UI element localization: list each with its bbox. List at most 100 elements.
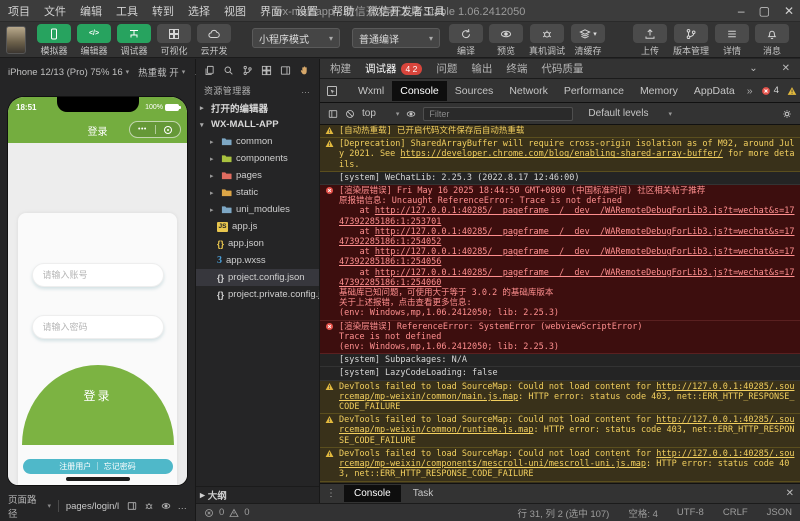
tab-调试器[interactable]: 调试器4 2	[365, 61, 422, 76]
toolbar-button-详情[interactable]: 详情	[715, 24, 749, 57]
toolbar-button-清缓存[interactable]: ▾清缓存	[571, 24, 605, 57]
warning-counter[interactable]: 2	[787, 85, 800, 96]
devtools-tab-network[interactable]: Network	[501, 81, 556, 101]
inspect-element-icon[interactable]	[326, 85, 338, 97]
search-icon[interactable]	[223, 65, 234, 76]
exit-icon[interactable]	[164, 126, 172, 134]
toolbar-button-预览[interactable]: 预览	[489, 24, 523, 57]
toolbar-button-消息[interactable]: 消息	[755, 24, 789, 57]
account-input[interactable]	[32, 263, 164, 287]
hand-icon[interactable]	[299, 65, 310, 76]
devtools-tab-performance[interactable]: Performance	[556, 81, 632, 101]
console-filter-input[interactable]	[423, 107, 573, 121]
live-expression-icon[interactable]	[406, 109, 416, 119]
login-button[interactable]: 登录	[22, 365, 174, 445]
more-icon[interactable]: •••	[138, 126, 147, 133]
drawer-tab-task[interactable]: Task	[403, 485, 444, 502]
register-forgot-links[interactable]: 注册用户 ｜ 忘记密码	[23, 459, 173, 474]
toolbar-button-真机调试[interactable]: 真机调试	[529, 24, 565, 57]
toolbar-button-上传[interactable]: 上传	[633, 24, 667, 57]
split-editor-icon[interactable]	[280, 65, 291, 76]
tabs-overflow-icon[interactable]: »	[747, 85, 753, 97]
warnings-count[interactable]: 0	[244, 507, 249, 518]
mode-select[interactable]: 小程序模式 ▾	[252, 28, 340, 48]
devtools-tab-memory[interactable]: Memory	[632, 81, 686, 101]
error-counter[interactable]: 4	[761, 85, 779, 96]
menu-item-文件[interactable]: 文件	[44, 3, 66, 19]
menu-item-视图[interactable]: 视图	[224, 3, 246, 19]
toolbar-button-调试器[interactable]: 调试器	[117, 24, 151, 57]
menu-item-项目[interactable]: 项目	[8, 3, 30, 19]
open-editors-section[interactable]: ▸ 打开的编辑器	[196, 99, 319, 116]
tab-构建[interactable]: 构建	[330, 61, 351, 76]
tree-item-uni_modules[interactable]: ▸uni_modules	[196, 201, 319, 218]
toolbar-button-可视化[interactable]: 可视化	[157, 24, 191, 57]
current-page-path[interactable]: pages/login/l…	[66, 501, 120, 512]
device-select[interactable]: iPhone 12/13 (Pro) 75% 16	[8, 67, 123, 78]
toolbar-button-版本管理[interactable]: 版本管理	[673, 24, 709, 57]
bottom-bar-more-button[interactable]: …	[178, 501, 188, 512]
extensions-icon[interactable]	[261, 65, 272, 76]
menu-item-帮助[interactable]: 帮助	[332, 3, 354, 19]
tree-item-app.js[interactable]: JSapp.js	[196, 218, 319, 235]
toolbar-button-编辑器[interactable]: </>编辑器	[77, 24, 111, 57]
explorer-more-button[interactable]: …	[301, 85, 311, 95]
console-link[interactable]: http://127.0.0.1:40285/.sourcemap/mp-wei…	[339, 415, 794, 435]
console-link[interactable]: http://127.0.0.1:40285/.sourcemap/mp-wei…	[339, 382, 794, 402]
eol-setting[interactable]: CRLF	[723, 507, 748, 518]
tree-item-static[interactable]: ▸static	[196, 184, 319, 201]
menu-item-选择[interactable]: 选择	[188, 3, 210, 19]
bug-icon[interactable]	[144, 501, 154, 511]
avatar[interactable]	[6, 26, 26, 54]
devtools-tab-wxml[interactable]: Wxml	[350, 81, 392, 101]
devtools-tab-sources[interactable]: Sources	[447, 81, 502, 101]
console-link[interactable]: http://127.0.0.1:40285/__pageframe__/__d…	[339, 227, 794, 247]
tab-问题[interactable]: 问题	[436, 61, 457, 76]
password-input[interactable]	[32, 315, 164, 339]
menu-item-编辑[interactable]: 编辑	[80, 3, 102, 19]
language-mode[interactable]: JSON	[767, 507, 792, 518]
tree-item-project.private.config.json[interactable]: {}project.private.config.json	[196, 286, 319, 303]
menu-item-微信开发者工具[interactable]: 微信开发者工具	[368, 3, 445, 19]
toolbar-button-模拟器[interactable]: 模拟器	[37, 24, 71, 57]
devtools-tab-console[interactable]: Console	[392, 81, 447, 101]
drawer-close-icon[interactable]: ✕	[786, 488, 794, 499]
cursor-position[interactable]: 行 31, 列 2 (选中 107)	[517, 506, 609, 520]
log-levels-select[interactable]: Default levels ▾	[588, 108, 672, 119]
console-link[interactable]: http://127.0.0.1:40285/.sourcemap/mp-wei…	[339, 449, 794, 469]
toolbar-button-编译[interactable]: 编译	[449, 24, 483, 57]
tree-item-pages[interactable]: ▸pages	[196, 167, 319, 184]
copy-icon[interactable]	[127, 501, 137, 511]
devtools-tab-appdata[interactable]: AppData	[686, 81, 743, 101]
menu-item-转到[interactable]: 转到	[152, 3, 174, 19]
menu-item-设置[interactable]: 设置	[296, 3, 318, 19]
console-link[interactable]: https://developer.chrome.com/blog/enabli…	[400, 149, 722, 159]
menu-item-工具[interactable]: 工具	[116, 3, 138, 19]
project-root-section[interactable]: ▾ WX-MALL-APP	[196, 116, 319, 133]
outline-section[interactable]: ▸ 大纲	[196, 486, 319, 503]
toolbar-button-云开发[interactable]: 云开发	[197, 24, 231, 57]
kebab-menu-icon[interactable]: ⋮	[326, 488, 336, 499]
tab-终端[interactable]: 终端	[506, 61, 527, 76]
compile-mode-select[interactable]: 普通编译 ▾	[352, 28, 440, 48]
panel-close-icon[interactable]: ✕	[782, 63, 790, 74]
menu-item-界面[interactable]: 界面	[260, 3, 282, 19]
errors-count[interactable]: 0	[219, 507, 224, 518]
capsule-menu[interactable]: •••	[129, 121, 181, 138]
maximize-button[interactable]: ▢	[759, 4, 770, 18]
files-icon[interactable]	[204, 65, 215, 76]
eye-icon[interactable]	[161, 501, 171, 511]
tab-代码质量[interactable]: 代码质量	[541, 61, 583, 76]
source-control-icon[interactable]	[242, 65, 253, 76]
tree-item-project.config.json[interactable]: {}project.config.json	[196, 269, 319, 286]
tree-item-app.json[interactable]: {}app.json	[196, 235, 319, 252]
console-link[interactable]: http://127.0.0.1:40285/__pageframe__/__d…	[339, 206, 794, 226]
tab-输出[interactable]: 输出	[471, 61, 492, 76]
console-settings-icon[interactable]	[782, 109, 792, 119]
tree-item-app.wxss[interactable]: 3app.wxss	[196, 252, 319, 269]
close-button[interactable]: ✕	[784, 4, 794, 18]
indentation-setting[interactable]: 空格: 4	[628, 506, 658, 520]
console-link[interactable]: http://127.0.0.1:40285/__pageframe__/__d…	[339, 247, 794, 267]
sidebar-toggle-icon[interactable]	[328, 109, 338, 119]
tree-item-common[interactable]: ▸common	[196, 133, 319, 150]
